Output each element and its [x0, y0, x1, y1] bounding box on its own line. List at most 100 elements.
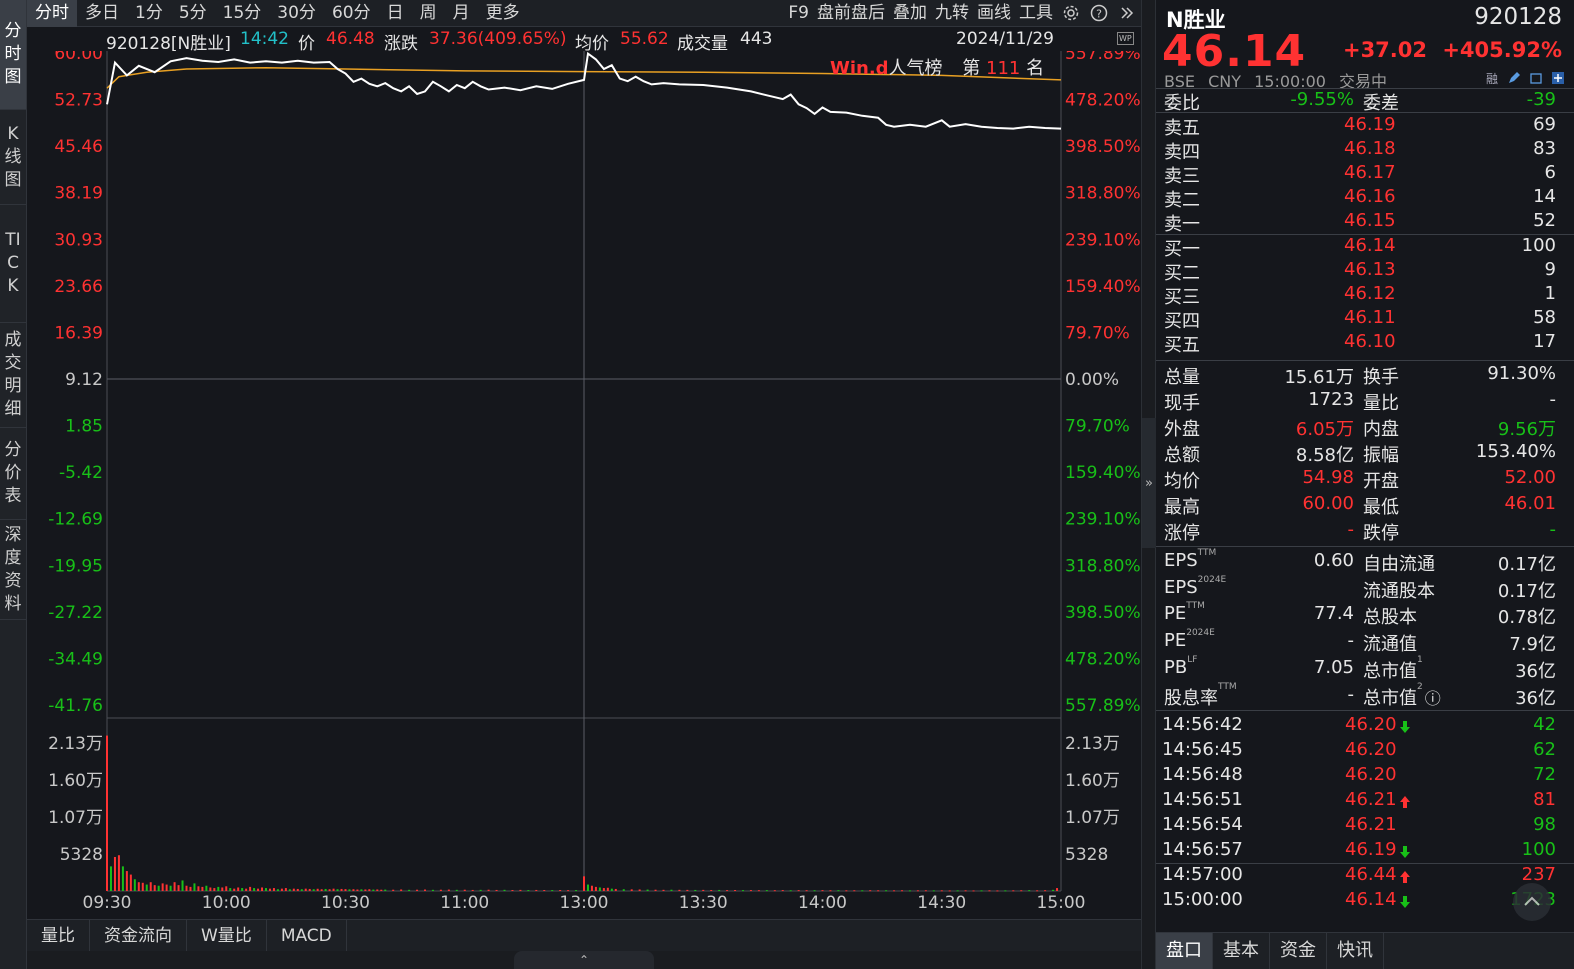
tick-row[interactable]: 14:56:45 46.20 62	[1156, 739, 1574, 763]
tool-button[interactable]: 工具	[1015, 0, 1057, 27]
tick-row[interactable]: 14:57:00 46.44 237	[1156, 863, 1574, 888]
indicator-tab[interactable]: 资金流向	[90, 920, 187, 951]
period-tab[interactable]: 30分	[269, 0, 324, 27]
fundamental-value: 7.9亿	[1509, 634, 1556, 656]
volume-bar	[189, 886, 192, 891]
period-tab[interactable]: 1分	[127, 0, 171, 27]
view-tab-0[interactable]: 分时图	[0, 0, 26, 110]
volume-bar	[121, 866, 124, 891]
scroll-to-bottom-button[interactable]	[1513, 883, 1551, 921]
period-tab[interactable]: 月	[445, 0, 478, 27]
volume-bar	[686, 889, 689, 891]
price-change: +37.02 +405.92%	[1343, 38, 1562, 62]
volume-bar	[503, 889, 506, 891]
tick-row[interactable]: 14:56:54 46.21 98	[1156, 814, 1574, 838]
tool-button[interactable]: 九转	[931, 0, 973, 27]
volume-bar	[535, 889, 538, 891]
view-tab-5[interactable]: 深度资料	[0, 520, 26, 620]
indicator-tab[interactable]: 量比	[27, 920, 90, 951]
edit-icon[interactable]	[1506, 70, 1522, 86]
x-tick-label: 13:30	[679, 893, 728, 913]
gear-icon[interactable]	[1057, 0, 1085, 27]
tick-row[interactable]: 14:56:51 46.21 81	[1156, 789, 1574, 813]
indicator-tab[interactable]: MACD	[267, 920, 347, 951]
svg-text:?: ?	[1096, 8, 1102, 21]
stat-value: -	[1549, 389, 1557, 410]
tick-row[interactable]: 14:56:48 46.20 72	[1156, 764, 1574, 788]
y-tick-label: -34.49	[48, 649, 103, 669]
margin-tag-icon[interactable]: 融	[1484, 70, 1500, 86]
chart-canvas[interactable]: 60.00 557.89% 52.73 478.20% 45.46 398.50% 38.1…	[27, 44, 1141, 919]
period-tab[interactable]: 60分	[324, 0, 379, 27]
help-icon[interactable]: ?	[1085, 0, 1113, 27]
intraday-chart[interactable]: 60.00 557.89% 52.73 478.20% 45.46 398.50% 38.1…	[27, 44, 1141, 919]
double-chevron-right-icon[interactable]	[1113, 0, 1141, 27]
footer-tab[interactable]: 盘口	[1156, 933, 1213, 969]
view-tab-4[interactable]: 分价表	[0, 428, 26, 520]
tool-button[interactable]: 叠加	[889, 0, 931, 27]
period-tab[interactable]: 15分	[215, 0, 270, 27]
stat-label: 最高	[1164, 497, 1200, 518]
volume-bar	[125, 871, 128, 891]
wp-badge[interactable]: WP	[1117, 32, 1134, 45]
footer-tab[interactable]: 资金	[1270, 933, 1327, 969]
tick-row[interactable]: 15:00:0046.141723	[1156, 889, 1574, 913]
window-icon[interactable]	[1528, 70, 1544, 86]
add-icon[interactable]	[1550, 70, 1566, 86]
fundamental-label: PBLF	[1164, 654, 1198, 678]
tool-button[interactable]: 盘前盘后	[813, 0, 889, 27]
panel-splitter[interactable]: »	[1141, 0, 1156, 969]
volume-bar	[924, 890, 927, 892]
fundamental-label: 总市值2ⓘ	[1363, 681, 1441, 709]
period-tab[interactable]: 分时	[27, 0, 77, 27]
chevron-right-icon[interactable]: »	[1142, 418, 1156, 548]
fundamental-label: EPSTTM	[1164, 548, 1217, 571]
chevron-up-icon[interactable]: ⌃	[514, 951, 654, 969]
period-tab[interactable]: 5分	[171, 0, 215, 27]
view-tab-2[interactable]: TICK	[0, 205, 26, 323]
volume-bar	[1012, 890, 1015, 892]
volume-bar	[749, 890, 752, 892]
view-tab-3[interactable]: 成交明细	[0, 323, 26, 428]
period-tab[interactable]: 周	[412, 0, 445, 27]
volume-bar	[678, 889, 681, 891]
volume-bar	[424, 889, 426, 891]
volume-bar	[940, 890, 943, 892]
popularity-label: 人气榜	[888, 58, 943, 79]
y-tick-label: -41.76	[48, 696, 103, 716]
volume-bar	[272, 888, 275, 891]
footer-tab[interactable]: 快讯	[1327, 933, 1384, 969]
volume-bar	[662, 889, 665, 891]
volume-bar	[495, 889, 498, 891]
bid-row: 买四 46.11 58	[1156, 307, 1574, 332]
tool-button[interactable]: F9	[784, 0, 813, 27]
volume-bar	[765, 890, 768, 892]
volume-bar	[829, 890, 832, 892]
y-tick-label-right: 318.80%	[1065, 184, 1141, 204]
bottom-strip: ⌃	[27, 951, 1141, 969]
volume-bar	[602, 888, 605, 891]
fundamental-label: PE2024E	[1164, 628, 1215, 652]
view-tab-label: 分价表	[4, 440, 22, 506]
footer-tab[interactable]: 基本	[1213, 933, 1270, 969]
period-tab[interactable]: 更多	[478, 0, 528, 27]
y-tick-label: 52.73	[54, 91, 103, 111]
volume-bar	[694, 889, 697, 891]
tick-row[interactable]: 14:56:57 46.19 100	[1156, 839, 1574, 863]
info-icon[interactable]: ⓘ	[1425, 689, 1441, 708]
tick-price: 46.21	[1345, 814, 1397, 835]
indicator-tab[interactable]: W量比	[187, 920, 267, 951]
tool-button[interactable]: 画线	[973, 0, 1015, 27]
volume-bar	[205, 885, 208, 891]
volume-bar	[181, 880, 184, 891]
volume-bar	[276, 889, 279, 891]
tick-time: 14:56:48	[1162, 764, 1243, 785]
tick-row[interactable]: 14:56:42 46.20 42	[1156, 714, 1574, 738]
period-tab[interactable]: 多日	[77, 0, 127, 27]
view-tab-1[interactable]: K线图	[0, 110, 26, 205]
y-tick-label-right: 398.50%	[1065, 603, 1141, 623]
period-tab[interactable]: 日	[379, 0, 412, 27]
volume-bar	[586, 884, 589, 891]
volume-bar	[280, 888, 283, 891]
popularity-badge[interactable]: Win.d人气榜 第 111 名	[830, 54, 1044, 80]
